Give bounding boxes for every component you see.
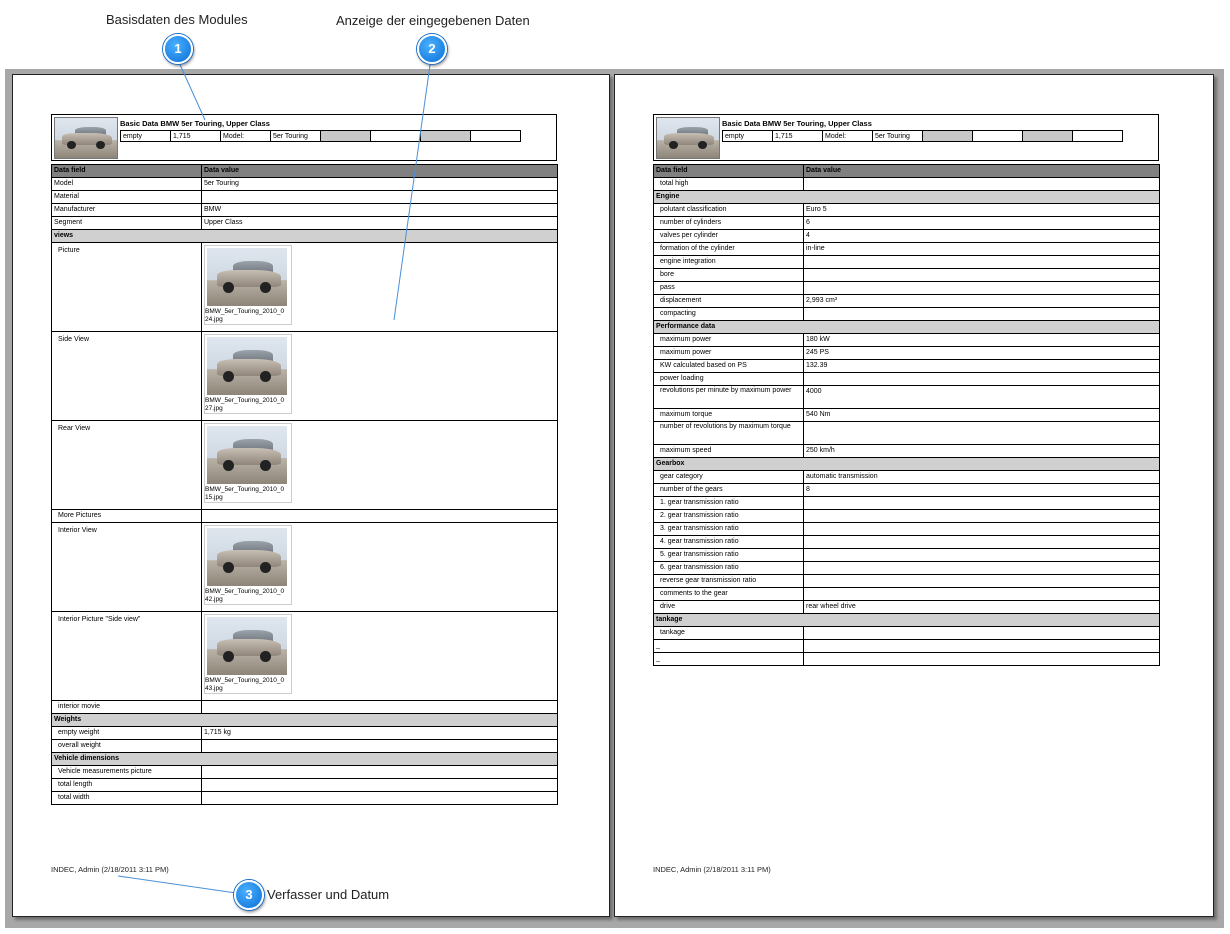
callout-badge-3: 3	[234, 880, 264, 910]
callout-connectors	[117, 57, 432, 894]
callout-3-label: Verfasser und Datum	[267, 887, 390, 902]
callout-badge-2: 2	[417, 34, 447, 64]
callout-badge-1: 1	[163, 34, 193, 64]
